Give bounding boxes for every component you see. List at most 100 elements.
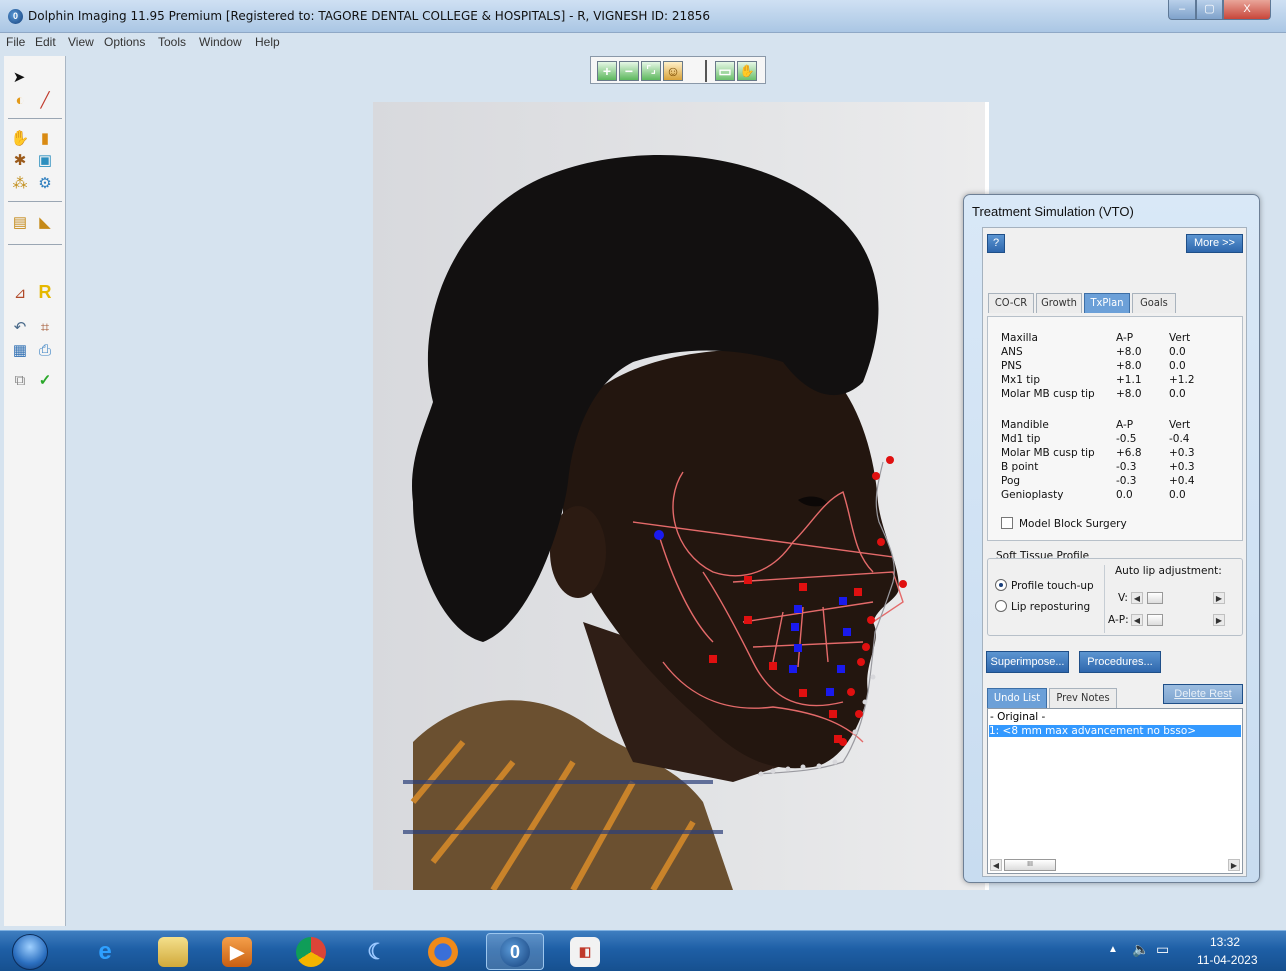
close-button[interactable]: X: [1223, 0, 1271, 20]
dolphin-imaging-icon[interactable]: 0: [500, 937, 530, 967]
grid-icon[interactable]: ⌗: [35, 318, 55, 338]
internet-explorer-icon[interactable]: e: [90, 937, 120, 967]
file-explorer-icon[interactable]: [158, 937, 188, 967]
hand-pan-icon[interactable]: ✋: [737, 61, 757, 81]
dolphin-app-icon[interactable]: ☾: [362, 937, 392, 967]
lip-reposturing-radio[interactable]: [995, 600, 1007, 612]
txplan-table: Maxilla A-P Vert ANS +8.0 0.0 PNS +8.0 0…: [987, 316, 1243, 541]
model-block-checkbox[interactable]: [1001, 517, 1013, 529]
more-button[interactable]: More >>: [1186, 234, 1243, 253]
tab-undo-list[interactable]: Undo List: [987, 688, 1047, 708]
list-item[interactable]: 1: <8 mm max advancement no bsso>: [989, 725, 1241, 737]
hscroll-left-arrow[interactable]: ◀: [990, 859, 1002, 871]
menu-view[interactable]: View: [68, 35, 94, 49]
start-orb-icon[interactable]: [12, 934, 48, 970]
clock-time[interactable]: 13:32: [1210, 935, 1240, 949]
v-slider-left-arrow[interactable]: ◀: [1131, 592, 1143, 604]
superimpose-icon[interactable]: ▣: [35, 151, 55, 171]
menu-help[interactable]: Help: [255, 35, 280, 49]
tab-goals[interactable]: Goals: [1132, 293, 1176, 313]
trace-icon[interactable]: ✱: [10, 151, 30, 171]
zoom-toolbar: + − ⌜⌟ ☺ ▭ ✋: [590, 56, 766, 84]
ap-value: +8.0: [1116, 360, 1142, 372]
measure-icon[interactable]: ⊿: [10, 284, 30, 304]
v-slider-right-arrow[interactable]: ▶: [1213, 592, 1225, 604]
hscroll-thumb[interactable]: III: [1004, 859, 1056, 871]
zoom-out-icon[interactable]: −: [619, 61, 639, 81]
zoom-in-icon[interactable]: +: [597, 61, 617, 81]
lasso-icon[interactable]: ✋: [10, 129, 30, 149]
save-icon[interactable]: ▦: [10, 341, 30, 361]
help-button[interactable]: ?: [987, 234, 1005, 253]
ap-value: -0.3: [1116, 475, 1137, 487]
toolbar-divider: [8, 118, 62, 119]
tab-txplan[interactable]: TxPlan: [1084, 293, 1130, 313]
delete-rest-button[interactable]: Delete Rest: [1163, 684, 1243, 704]
menu-window[interactable]: Window: [199, 35, 242, 49]
crop-icon[interactable]: ▮: [35, 129, 55, 149]
folder-icon[interactable]: ▤: [10, 213, 30, 233]
ruler-icon[interactable]: ◣: [35, 213, 55, 233]
maximize-button[interactable]: ▢: [1196, 0, 1223, 20]
profile-tracing-overlay: [403, 154, 907, 890]
ap-value: 0.0: [1116, 489, 1133, 501]
undo-icon[interactable]: ↶: [10, 318, 30, 338]
profile-touchup-radio[interactable]: [995, 579, 1007, 591]
menu-file[interactable]: File: [6, 35, 25, 49]
vert-value: +0.3: [1169, 461, 1195, 473]
toolbar-divider: [8, 244, 62, 245]
tab-co-cr[interactable]: CO-CR: [988, 293, 1034, 313]
zoom-toolbar-divider: [705, 60, 707, 82]
network-icon[interactable]: ▭: [1156, 941, 1169, 958]
wand-icon[interactable]: ⁂: [10, 174, 30, 194]
row-label: ANS: [1001, 346, 1023, 358]
ap-slider-thumb[interactable]: [1147, 614, 1163, 626]
media-player-icon[interactable]: ▶: [222, 937, 252, 967]
superimpose-button[interactable]: Superimpose...: [986, 651, 1069, 673]
chrome-icon[interactable]: [296, 937, 326, 967]
ap-value: -0.5: [1116, 433, 1137, 445]
digitize-icon[interactable]: ◐: [10, 91, 30, 111]
clock-date[interactable]: 11-04-2023: [1197, 953, 1258, 967]
r-report-icon[interactable]: R: [35, 282, 55, 302]
tab-growth[interactable]: Growth: [1036, 293, 1082, 313]
pdf-icon[interactable]: ◧: [570, 937, 600, 967]
settings-icon[interactable]: ⚙: [35, 174, 55, 194]
tray-arrow-icon[interactable]: ▲: [1108, 944, 1118, 955]
copy-icon[interactable]: ⧉: [10, 371, 30, 391]
menu-tools[interactable]: Tools: [158, 35, 186, 49]
vert-value: +0.4: [1169, 475, 1195, 487]
volume-icon[interactable]: 🔈: [1132, 941, 1149, 958]
fit-to-window-icon[interactable]: ⌜⌟: [641, 61, 661, 81]
mandible-label: Mandible: [1001, 419, 1049, 431]
ap-slider-right-arrow[interactable]: ▶: [1213, 614, 1225, 626]
dolphin-icon[interactable]: 0: [8, 9, 23, 24]
row-label: Pog: [1001, 475, 1021, 487]
pointer-icon[interactable]: ➤: [9, 68, 29, 88]
soft-tissue-group: Profile touch-up Lip reposturing Auto li…: [987, 558, 1243, 636]
patient-profile-photo[interactable]: [373, 102, 985, 890]
vert-value: 0.0: [1169, 489, 1186, 501]
taskbar: e ▶ ☾ 0 ◧ ▲ 🔈 ▭: [0, 930, 1286, 971]
screen-icon[interactable]: ▭: [715, 61, 735, 81]
brush-icon[interactable]: ╱: [35, 91, 55, 111]
list-item[interactable]: - Original -: [990, 711, 1045, 723]
minimize-button[interactable]: –: [1168, 0, 1196, 20]
firefox-icon[interactable]: [428, 937, 458, 967]
ap-slider-left-arrow[interactable]: ◀: [1131, 614, 1143, 626]
hscroll-right-arrow[interactable]: ▶: [1228, 859, 1240, 871]
v-slider-thumb[interactable]: [1147, 592, 1163, 604]
face-view-icon[interactable]: ☺: [663, 61, 683, 81]
vert-header: Vert: [1169, 332, 1191, 344]
vert-value: +1.2: [1169, 374, 1195, 386]
menu-options[interactable]: Options: [104, 35, 145, 49]
menu-edit[interactable]: Edit: [35, 35, 56, 49]
tab-prev-notes[interactable]: Prev Notes: [1049, 688, 1117, 708]
maxilla-label: Maxilla: [1001, 332, 1038, 344]
procedures-button[interactable]: Procedures...: [1079, 651, 1161, 673]
row-label: Mx1 tip: [1001, 374, 1040, 386]
undo-list[interactable]: - Original - 1: <8 mm max advancement no…: [987, 708, 1243, 874]
lip-reposturing-text: Lip reposturing: [1011, 601, 1091, 613]
print-icon[interactable]: ⎙: [35, 341, 55, 361]
check-icon[interactable]: ✓: [35, 371, 55, 391]
